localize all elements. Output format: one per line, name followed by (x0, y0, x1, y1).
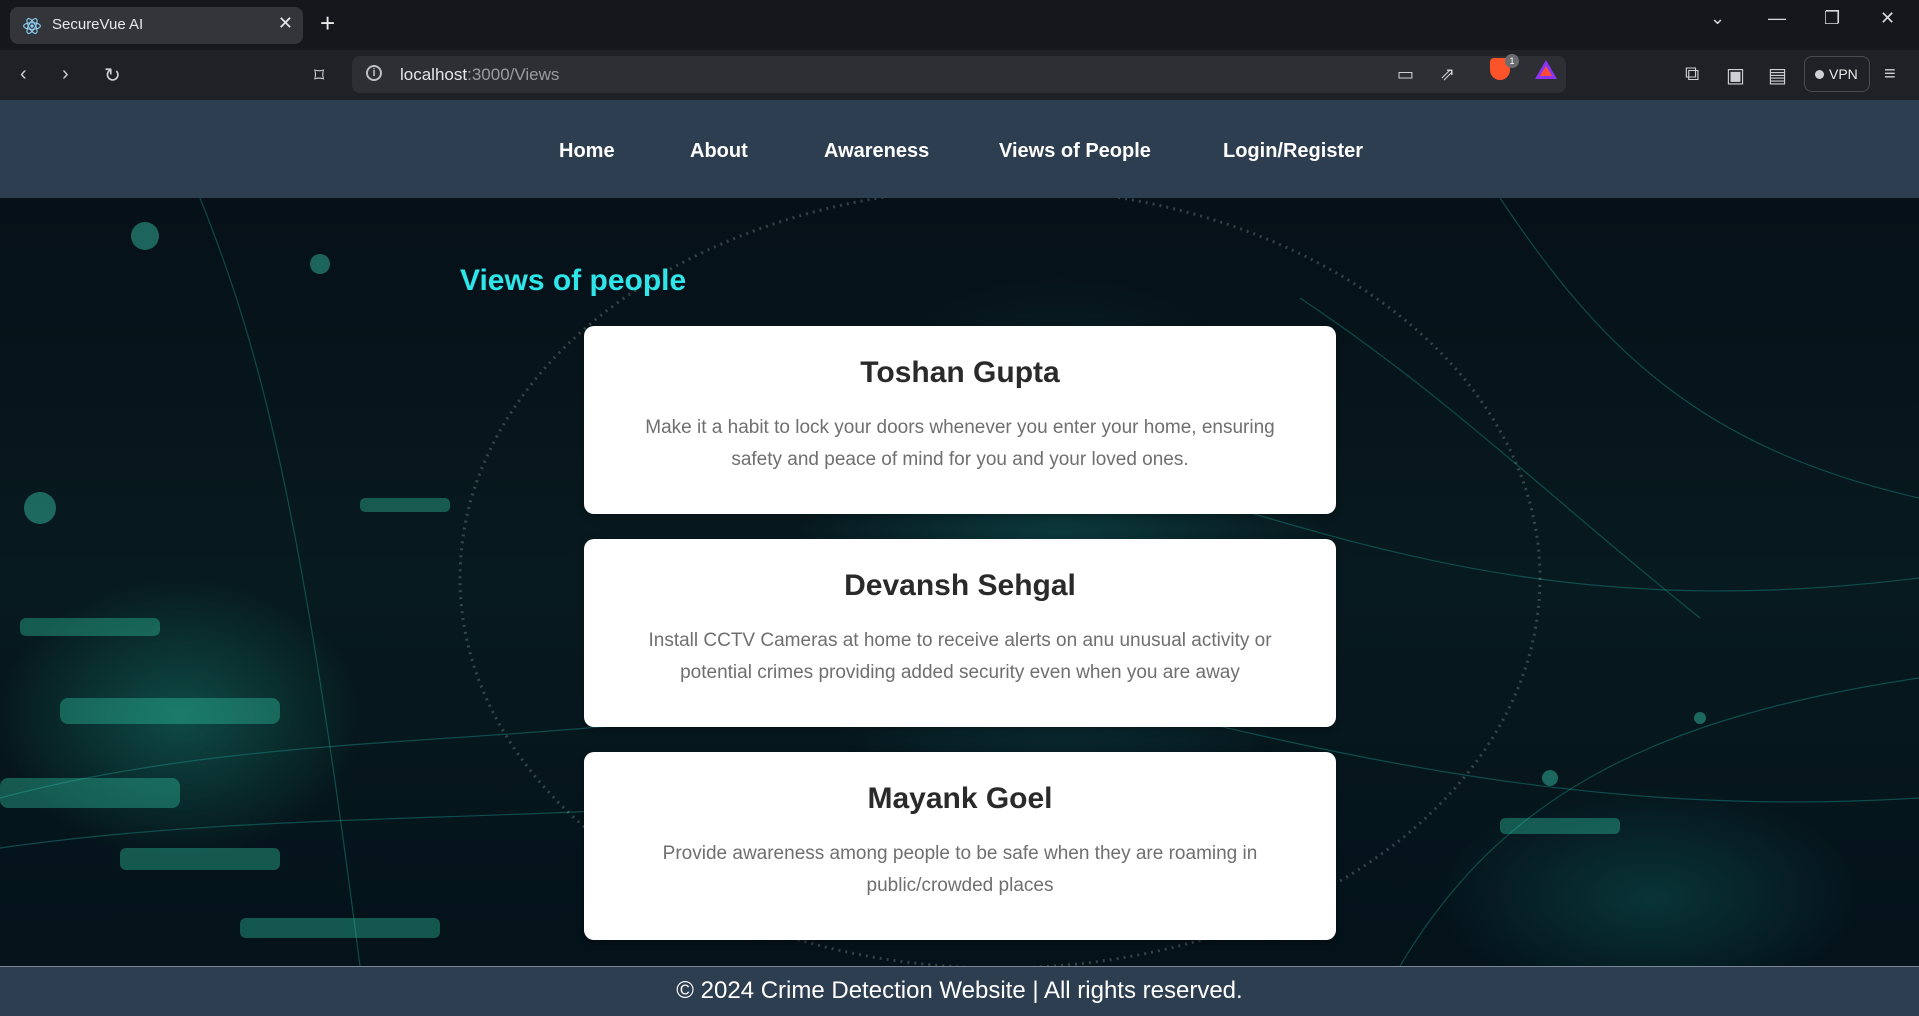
url-host: localhost (400, 65, 468, 84)
tab-search-chevron-icon[interactable]: ⌄ (1710, 8, 1725, 29)
card-name: Toshan Gupta (860, 356, 1060, 389)
back-arrow-icon[interactable]: ‹ (20, 63, 27, 86)
nav-login-register[interactable]: Login/Register (1223, 140, 1363, 163)
card-name: Mayank Goel (867, 782, 1053, 815)
forward-arrow-icon[interactable]: › (62, 63, 69, 86)
browser-tab-bar: SecureVue AI ✕ + ⌄ — ❐ ✕ (0, 0, 1919, 50)
restore-icon[interactable]: ❐ (1824, 8, 1840, 29)
card-text: Install CCTV Cameras at home to receive … (648, 630, 1272, 683)
vpn-button[interactable]: VPN (1804, 56, 1870, 92)
address-bar[interactable]: i localhost:3000/Views ▭ ⇗ (352, 56, 1566, 93)
card-text: Provide awareness among people to be saf… (662, 843, 1258, 896)
share-icon[interactable]: ⇗ (1440, 64, 1455, 85)
url-text[interactable]: localhost:3000/Views (400, 65, 559, 85)
footer-copyright: © 2024 Crime Detection Website | All rig… (676, 977, 1243, 1004)
view-card: Devansh Sehgal Install CCTV Cameras at h… (584, 539, 1336, 727)
new-tab-icon[interactable]: + (320, 10, 335, 36)
close-window-icon[interactable]: ✕ (1880, 8, 1895, 29)
nav-views-of-people[interactable]: Views of People (999, 140, 1151, 163)
wallet-icon[interactable]: ▤ (1768, 63, 1787, 88)
puzzle-icon[interactable]: ⧉ (1685, 63, 1699, 86)
section-title: Views of people (460, 264, 687, 297)
hamburger-menu-icon[interactable]: ≡ (1884, 63, 1896, 86)
site-footer: © 2024 Crime Detection Website | All rig… (0, 966, 1919, 1016)
nav-about[interactable]: About (690, 140, 748, 163)
nav-home[interactable]: Home (559, 140, 615, 163)
bookmark-icon[interactable]: ⌑ (314, 63, 324, 88)
site-navbar: Home About Awareness Views of People Log… (0, 100, 1919, 198)
tab-title: SecureVue AI (52, 16, 144, 33)
vpn-status-icon (1815, 70, 1824, 79)
tab-close-icon[interactable]: ✕ (278, 13, 293, 34)
reload-icon[interactable]: ↻ (104, 63, 121, 88)
vpn-label: VPN (1829, 66, 1858, 82)
hero-background: Views of people Toshan Gupta Make it a h… (0, 198, 1919, 966)
info-icon[interactable]: i (366, 65, 382, 81)
minimize-icon[interactable]: — (1768, 8, 1786, 29)
browser-tab[interactable]: SecureVue AI ✕ (10, 7, 303, 44)
view-card: Toshan Gupta Make it a habit to lock you… (584, 326, 1336, 514)
browser-toolbar: ‹ › ↻ ⌑ i localhost:3000/Views ▭ ⇗ 1 ⧉ ▣… (0, 50, 1919, 100)
view-card: Mayank Goel Provide awareness among peop… (584, 752, 1336, 940)
card-text: Make it a habit to lock your doors whene… (645, 417, 1275, 470)
install-app-icon[interactable]: ▭ (1397, 64, 1414, 85)
react-logo-icon (23, 18, 41, 34)
nav-awareness[interactable]: Awareness (824, 140, 929, 163)
url-path: :3000/Views (467, 65, 560, 84)
card-name: Devansh Sehgal (844, 569, 1076, 602)
shields-badge: 1 (1505, 54, 1519, 68)
brave-rewards-icon[interactable] (1535, 60, 1557, 79)
sidebar-icon[interactable]: ▣ (1726, 63, 1745, 88)
